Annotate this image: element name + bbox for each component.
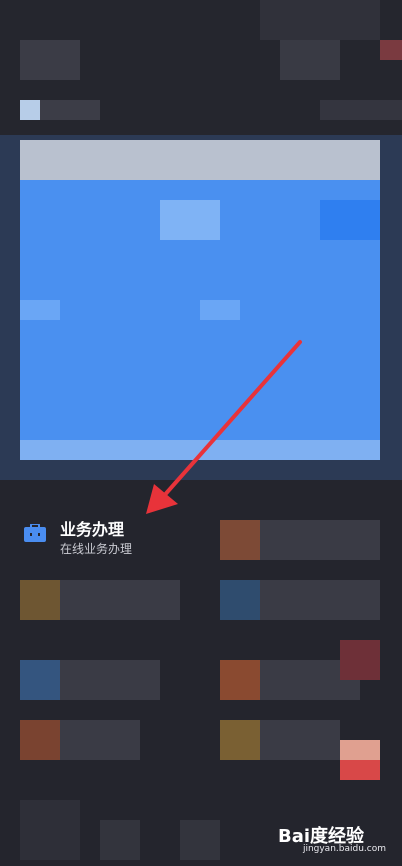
service-title: 业务办理 (60, 520, 125, 539)
banner-blur-block (320, 200, 380, 240)
bottom-blur-block (180, 820, 220, 860)
service-icon-blur (220, 520, 260, 560)
briefcase-icon (24, 524, 46, 542)
header-blur-block (20, 40, 80, 80)
service-badge-blur (340, 760, 380, 780)
service-icon-blur (20, 720, 60, 760)
service-icon-blur (220, 720, 260, 760)
header-area (0, 0, 402, 140)
baidu-jingyan-watermark: Bai度经验 jingyan.baidu.com (278, 820, 388, 860)
banner-footer-strip (20, 440, 380, 460)
service-text-blur (60, 720, 140, 760)
service-business-item[interactable]: 业务办理 在线业务办理 (20, 514, 190, 562)
service-text-blur (260, 720, 340, 760)
service-subtitle: 在线业务办理 (60, 542, 133, 556)
service-icon-blur (220, 660, 260, 700)
service-text-blur (260, 520, 380, 560)
bottom-blur-block (100, 820, 140, 860)
watermark-url: jingyan.baidu.com (302, 844, 386, 854)
header-blur-block (280, 40, 340, 80)
header-blur-block (320, 100, 402, 120)
service-icon-blur (20, 580, 60, 620)
banner-blur-block (20, 300, 60, 320)
banner-blur-block (200, 300, 240, 320)
service-badge-blur (340, 640, 380, 680)
service-badge-blur (340, 740, 380, 760)
banner-header-strip (20, 140, 380, 180)
service-text-blur (60, 580, 180, 620)
header-blur-block (380, 40, 402, 60)
banner-image[interactable] (20, 180, 380, 460)
service-icon-blur (220, 580, 260, 620)
service-text-blur (260, 580, 380, 620)
header-blur-block (20, 100, 40, 120)
bottom-blur-block (20, 800, 80, 860)
banner-blur-block (160, 200, 220, 240)
service-icon-blur (20, 660, 60, 700)
header-blur-block (260, 0, 380, 40)
service-text-blur (60, 660, 160, 700)
header-blur-block (40, 100, 100, 120)
